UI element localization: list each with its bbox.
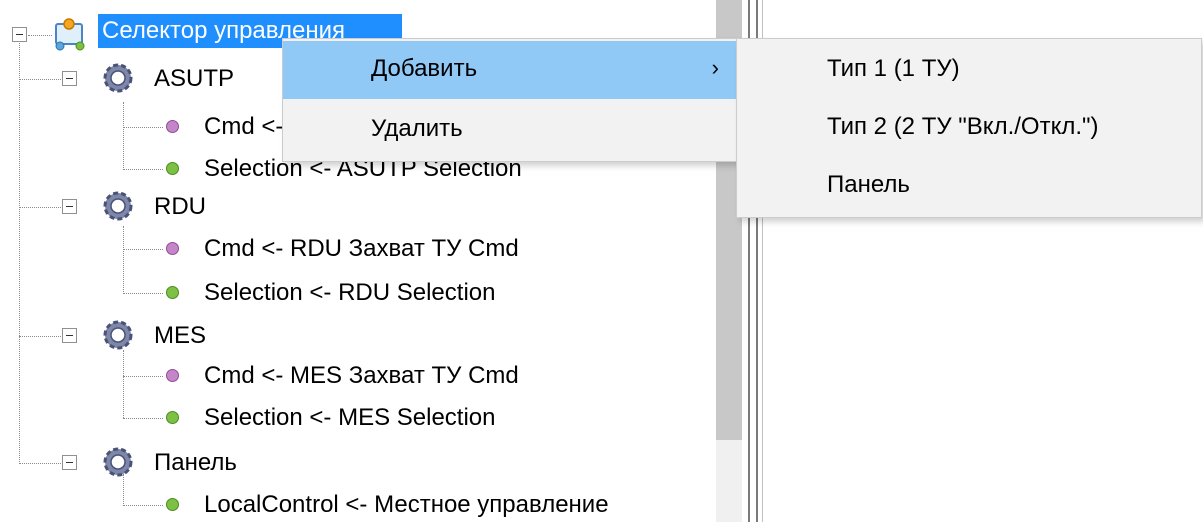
tree-group-label[interactable]: RDU xyxy=(154,192,206,222)
menu-item-label: Удалить xyxy=(371,115,463,142)
tree-item-label[interactable]: Selection <- RDU Selection xyxy=(204,278,495,308)
submenu-item-type2[interactable]: Тип 2 (2 ТУ "Вкл./Откл.") xyxy=(737,99,1201,157)
collapse-toggle[interactable] xyxy=(62,328,77,343)
menu-item-delete[interactable]: Удалить xyxy=(283,101,737,159)
tree-guide-line xyxy=(19,207,63,208)
submenu-arrow-icon: › xyxy=(711,55,719,80)
context-menu: Добавить › Удалить xyxy=(282,38,738,162)
tree-guide-line xyxy=(123,102,124,170)
collapse-toggle[interactable] xyxy=(62,199,77,214)
purple-dot-icon xyxy=(166,120,179,133)
tree-guide-line xyxy=(123,376,163,377)
tree-guide-line xyxy=(123,169,163,170)
tree-guide-line xyxy=(123,249,163,250)
tree-item-label[interactable]: Selection <- MES Selection xyxy=(204,403,495,433)
green-dot-icon xyxy=(166,286,179,299)
tree-guide-line xyxy=(123,226,124,294)
tree-guide-line xyxy=(19,79,63,80)
tree-guide-line xyxy=(19,463,63,464)
menu-item-label: Тип 2 (2 ТУ "Вкл./Откл.") xyxy=(827,113,1099,140)
green-dot-icon xyxy=(166,162,179,175)
collapse-toggle[interactable] xyxy=(62,455,77,470)
tree-item-label[interactable]: LocalControl <- Местное управление xyxy=(204,490,609,520)
gear-icon xyxy=(103,63,133,93)
vertical-scrollbar-track[interactable] xyxy=(716,440,742,522)
menu-item-label: Панель xyxy=(827,171,910,198)
menu-item-add[interactable]: Добавить › xyxy=(283,41,737,99)
tree-guide-line xyxy=(123,418,163,419)
tree-guide-line xyxy=(123,127,163,128)
gear-icon xyxy=(103,191,133,221)
green-dot-icon xyxy=(166,411,179,424)
green-dot-icon xyxy=(166,498,179,511)
tree-item-label[interactable]: Cmd <- RDU Захват ТУ Cmd xyxy=(204,234,519,264)
tree-item-label[interactable]: Cmd <- MES Захват ТУ Cmd xyxy=(204,361,519,391)
purple-dot-icon xyxy=(166,242,179,255)
collapse-toggle[interactable] xyxy=(12,27,27,42)
submenu-item-type1[interactable]: Тип 1 (1 ТУ) xyxy=(737,41,1201,99)
purple-dot-icon xyxy=(166,369,179,382)
menu-item-label: Тип 1 (1 ТУ) xyxy=(827,55,960,82)
tree-group-label[interactable]: Панель xyxy=(154,448,237,478)
submenu: Тип 1 (1 ТУ) Тип 2 (2 ТУ "Вкл./Откл.") П… xyxy=(736,38,1202,218)
gear-icon xyxy=(103,320,133,350)
tree-group-label[interactable]: ASUTP xyxy=(154,64,234,94)
tree-guide-line xyxy=(28,35,52,36)
tree-group-label[interactable]: MES xyxy=(154,321,206,351)
tree-guide-line xyxy=(123,293,163,294)
tree-guide-line xyxy=(123,350,124,418)
gear-icon xyxy=(103,447,133,477)
submenu-item-panel[interactable]: Панель xyxy=(737,157,1201,215)
tree-guide-line xyxy=(123,505,163,506)
menu-item-label: Добавить xyxy=(371,55,478,82)
tree-guide-line xyxy=(19,336,63,337)
collapse-toggle[interactable] xyxy=(62,71,77,86)
selector-node-icon xyxy=(55,18,85,51)
tree-guide-line xyxy=(19,36,20,464)
